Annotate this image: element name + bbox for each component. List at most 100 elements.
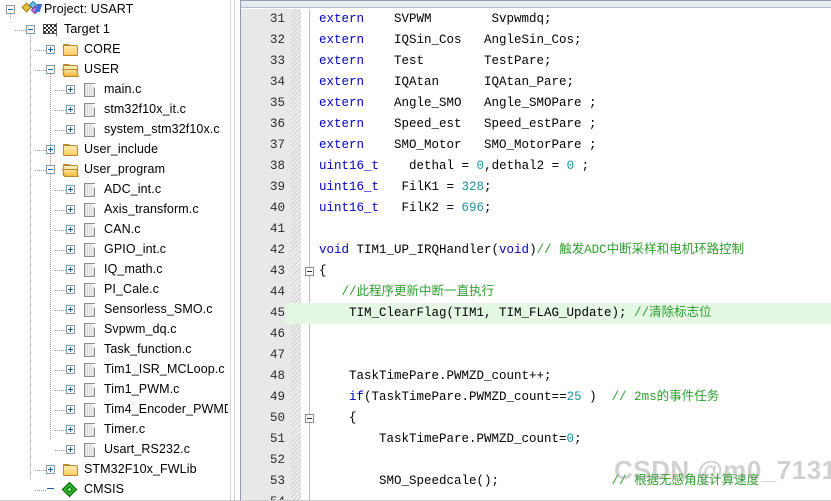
expand-icon[interactable] [66, 325, 75, 334]
tree-item-user-program[interactable]: User_program [0, 160, 228, 180]
expand-icon[interactable] [66, 365, 75, 374]
tree-item-stm32f10x-fwlib[interactable]: STM32F10x_FWLib [0, 460, 228, 480]
tree-item-cmsis[interactable]: CMSIS [0, 480, 228, 500]
folder-icon [63, 144, 79, 157]
tree-item-label: Sensorless_SMO.c [104, 302, 213, 316]
code-line[interactable]: 51 TaskTimePare.PWMZD_count=0; [241, 429, 831, 450]
code-line[interactable]: 41 [241, 219, 831, 240]
code-line-text: extern IQAtan IQAtan_Pare; [319, 75, 575, 89]
tree-item-user[interactable]: USER [0, 60, 228, 80]
code-line[interactable]: 53 SMO_Speedcale(); // 根据无感角度计算速度 [241, 471, 831, 492]
code-editor-pane[interactable]: 31 extern SVPWM Svpwmdq; 32 extern IQSin_Co… [240, 0, 831, 501]
expand-icon[interactable] [66, 285, 75, 294]
code-line[interactable]: 35 extern Angle_SMO Angle_SMOPare ; [241, 93, 831, 114]
code-line[interactable]: 43 { [241, 261, 831, 282]
collapse-icon[interactable] [46, 65, 55, 74]
code-line[interactable]: 46 [241, 324, 831, 345]
line-number: 41 [269, 222, 285, 236]
code-line[interactable]: 38 uint16_t dethal = 0,dethal2 = 0 ; [241, 156, 831, 177]
code-line[interactable]: 45 TIM_ClearFlag(TIM1, TIM_FLAG_Update);… [241, 303, 831, 324]
code-line-text: { [319, 264, 327, 278]
tree-item-main-c[interactable]: main.c [0, 80, 228, 100]
tree-item-sensorless-smo-c[interactable]: Sensorless_SMO.c [0, 300, 228, 320]
tree-item-project-usart[interactable]: Project: USART [0, 0, 228, 20]
project-tree-pane[interactable]: Project: USART Target 1 CORE USER main.c stm3… [0, 0, 228, 501]
expand-icon[interactable] [46, 465, 55, 474]
code-line[interactable]: 49 if(TaskTimePare.PWMZD_count==25 ) // … [241, 387, 831, 408]
tree-item-gpio-int-c[interactable]: GPIO_int.c [0, 240, 228, 260]
code-line[interactable]: 36 extern Speed_est Speed_estPare ; [241, 114, 831, 135]
collapse-icon[interactable] [6, 5, 15, 14]
line-number: 31 [269, 12, 285, 26]
code-line[interactable]: 34 extern IQAtan IQAtan_Pare; [241, 72, 831, 93]
code-line[interactable]: 47 [241, 345, 831, 366]
expand-icon[interactable] [66, 185, 75, 194]
code-lines[interactable]: 31 extern SVPWM Svpwmdq; 32 extern IQSin_Co… [241, 9, 831, 501]
expand-icon[interactable] [66, 125, 75, 134]
code-line-text: if(TaskTimePare.PWMZD_count==25 ) // 2ms… [349, 390, 720, 404]
pane-splitter[interactable] [228, 0, 240, 501]
code-line[interactable]: 48 TaskTimePare.PWMZD_count++; [241, 366, 831, 387]
tree-item-user-include[interactable]: User_include [0, 140, 228, 160]
tree-item-label: CAN.c [104, 222, 141, 236]
tree-item-task-function-c[interactable]: Task_function.c [0, 340, 228, 360]
expand-icon[interactable] [66, 205, 75, 214]
expand-icon[interactable] [66, 445, 75, 454]
tree-item-svpwm-dq-c[interactable]: Svpwm_dq.c [0, 320, 228, 340]
expand-icon[interactable] [46, 145, 55, 154]
code-line[interactable]: 32 extern IQSin_Cos AngleSin_Cos; [241, 30, 831, 51]
tree-item-usart-rs232-c[interactable]: Usart_RS232.c [0, 440, 228, 460]
tree-item-iq-math-c[interactable]: IQ_math.c [0, 260, 228, 280]
expand-icon[interactable] [66, 405, 75, 414]
code-line[interactable]: 50 { [241, 408, 831, 429]
collapse-icon[interactable] [46, 165, 55, 174]
code-line[interactable]: 37 extern SMO_Motor SMO_MotorPare ; [241, 135, 831, 156]
expand-icon[interactable] [66, 265, 75, 274]
code-line[interactable]: 52 [241, 450, 831, 471]
code-line[interactable]: 39 uint16_t FilK1 = 328; [241, 177, 831, 198]
code-line[interactable]: 44 //此程序更新中断一直执行 [241, 282, 831, 303]
code-line[interactable]: 31 extern SVPWM Svpwmdq; [241, 9, 831, 30]
expand-icon[interactable] [66, 345, 75, 354]
expand-icon[interactable] [66, 245, 75, 254]
expand-icon[interactable] [66, 385, 75, 394]
c-file-icon [83, 283, 96, 298]
expand-icon[interactable] [66, 305, 75, 314]
code-line-text: uint16_t dethal = 0,dethal2 = 0 ; [319, 159, 590, 173]
tree-item-label: GPIO_int.c [104, 242, 167, 256]
expand-icon[interactable] [66, 85, 75, 94]
collapse-icon[interactable] [26, 25, 35, 34]
code-fold-toggle[interactable] [305, 414, 314, 423]
tree-item-label: User_program [84, 162, 166, 176]
expand-icon[interactable] [46, 45, 55, 54]
editor-tab-strip[interactable] [241, 1, 831, 8]
tree-item-stm32f10x-it-c[interactable]: stm32f10x_it.c [0, 100, 228, 120]
code-fold-toggle[interactable] [305, 267, 314, 276]
code-line[interactable]: 42 void TIM1_UP_IRQHandler(void)// 触发ADC中… [241, 240, 831, 261]
folder-icon [63, 464, 79, 477]
tree-item-core[interactable]: CORE [0, 40, 228, 60]
tree-connector [35, 150, 46, 151]
expand-icon[interactable] [66, 105, 75, 114]
tree-item-pi-cale-c[interactable]: PI_Cale.c [0, 280, 228, 300]
tree-item-tim1-isr-mcloop-c[interactable]: Tim1_ISR_MCLoop.c [0, 360, 228, 380]
tree-item-tim4-encoder-pwmdac-c[interactable]: Tim4_Encoder_PWMDAC.c [0, 400, 228, 420]
tree-item-target-1[interactable]: Target 1 [0, 20, 228, 40]
tree-item-tim1-pwm-c[interactable]: Tim1_PWM.c [0, 380, 228, 400]
code-line[interactable]: 33 extern Test TestPare; [241, 51, 831, 72]
cmsis-icon [61, 481, 79, 498]
tree-item-can-c[interactable]: CAN.c [0, 220, 228, 240]
tree-spacer [46, 485, 55, 494]
tree-item-label: Axis_transform.c [104, 202, 199, 216]
tree-item-system-stm32f10x-c[interactable]: system_stm32f10x.c [0, 120, 228, 140]
expand-icon[interactable] [66, 225, 75, 234]
tree-item-timer-c[interactable]: Timer.c [0, 420, 228, 440]
c-file-icon [83, 263, 96, 278]
expand-icon[interactable] [66, 425, 75, 434]
line-number: 40 [269, 201, 285, 215]
tree-item-axis-transform-c[interactable]: Axis_transform.c [0, 200, 228, 220]
editor-scroll-area[interactable]: 31 extern SVPWM Svpwmdq; 32 extern IQSin_Co… [241, 9, 831, 501]
tree-item-adc-int-c[interactable]: ADC_int.c [0, 180, 228, 200]
code-line[interactable]: 40 uint16_t FilK2 = 696; [241, 198, 831, 219]
tree-connector [35, 470, 46, 471]
